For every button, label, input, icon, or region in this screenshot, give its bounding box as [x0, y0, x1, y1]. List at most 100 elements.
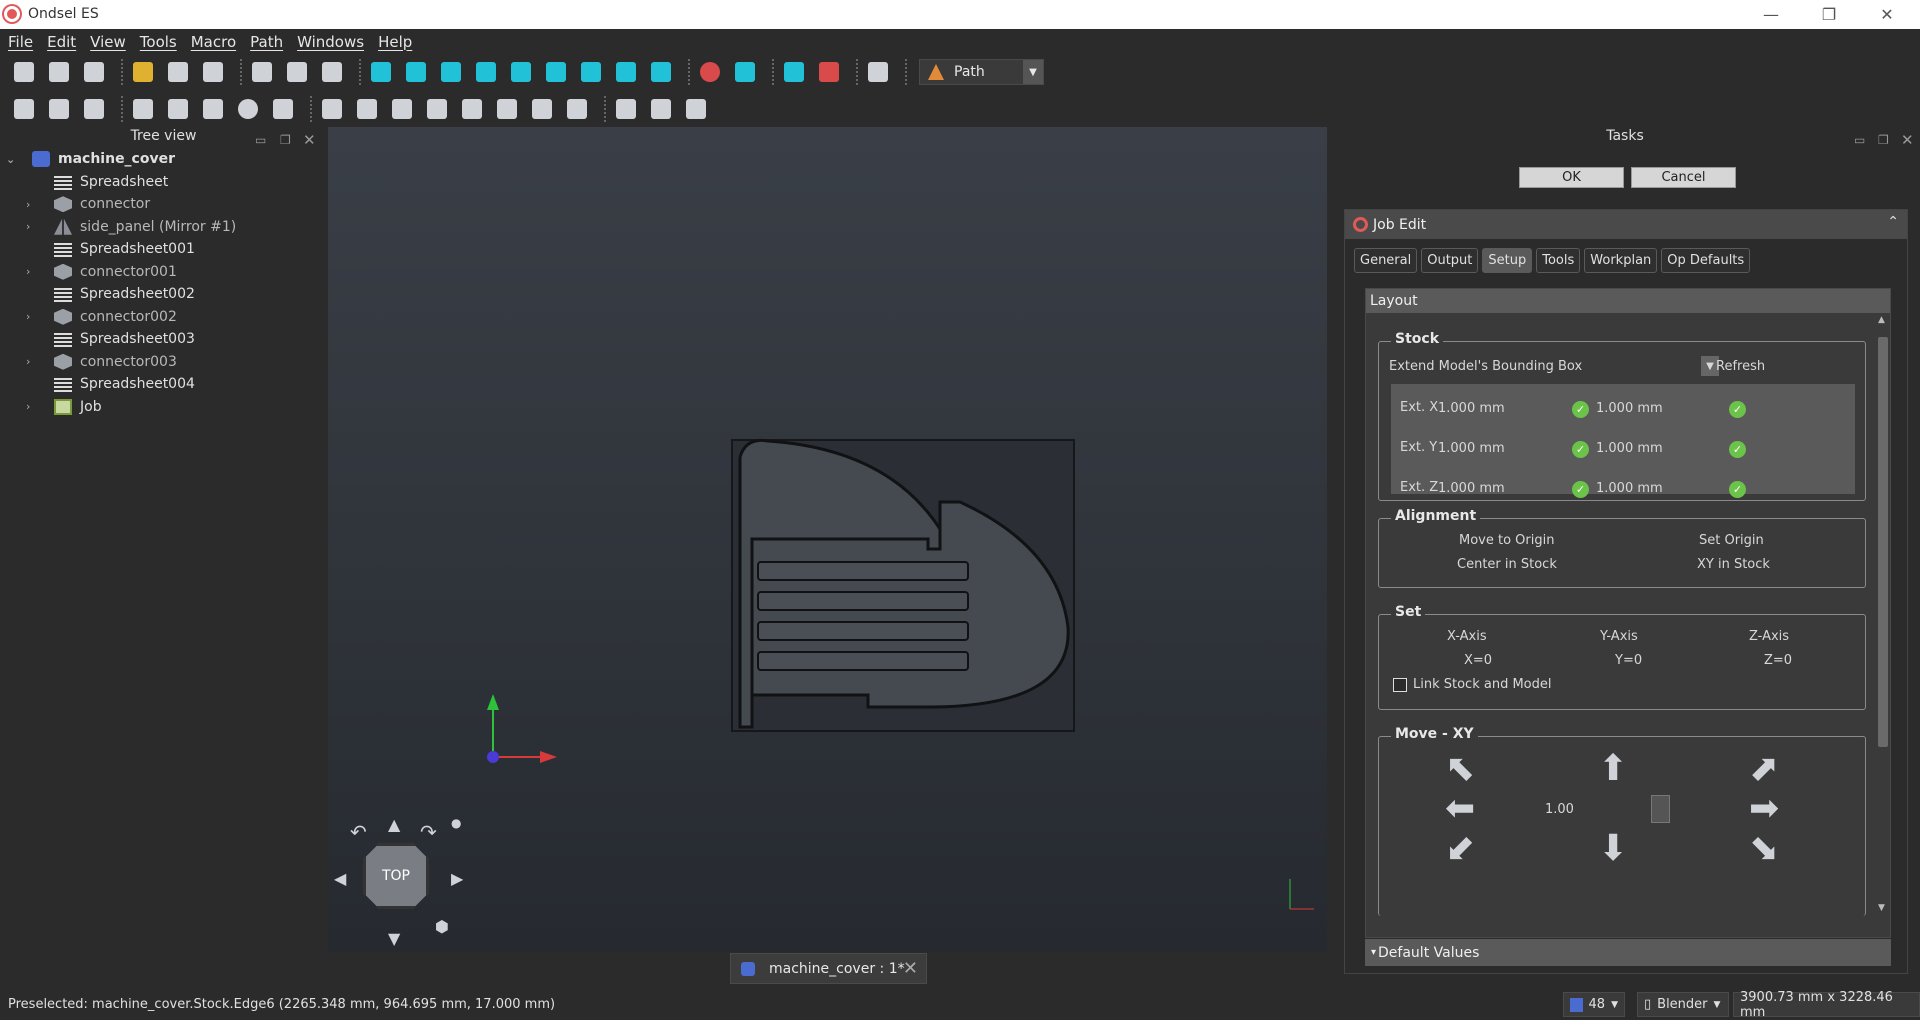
- ok-button[interactable]: OK: [1519, 167, 1624, 188]
- set-origin-button[interactable]: Set Origin: [1699, 533, 1764, 548]
- post-process-icon[interactable]: [45, 96, 73, 122]
- arrow-down-left-icon[interactable]: ⬋: [1445, 831, 1475, 867]
- group-icon[interactable]: [283, 59, 311, 85]
- tab-tools[interactable]: Tools: [1536, 248, 1581, 273]
- arrow-up-right-icon[interactable]: ⬈: [1749, 751, 1779, 787]
- tab-op-defaults[interactable]: Op Defaults: [1661, 248, 1751, 273]
- deburr-icon[interactable]: [528, 96, 556, 122]
- link-icon[interactable]: [318, 59, 346, 85]
- rotate-down-icon[interactable]: ▼: [388, 929, 400, 948]
- z-axis-button[interactable]: Z-Axis: [1749, 629, 1789, 644]
- arrow-up-icon[interactable]: ⬆: [1598, 751, 1628, 787]
- y0-button[interactable]: Y=0: [1615, 653, 1642, 668]
- menu-edit[interactable]: Edit: [47, 33, 76, 51]
- menu-path[interactable]: Path: [250, 33, 283, 51]
- simulator-icon[interactable]: [199, 96, 227, 122]
- sanity-check-icon[interactable]: [80, 96, 108, 122]
- move-to-origin-button[interactable]: Move to Origin: [1459, 533, 1554, 548]
- navigation-style-selector[interactable]: ▯ Blender ▼: [1637, 992, 1729, 1017]
- chevron-down-icon[interactable]: ▼: [1023, 60, 1043, 84]
- tool-bit-library-icon[interactable]: [164, 96, 192, 122]
- fit-all-icon[interactable]: [367, 59, 395, 85]
- ext-y-pos-input[interactable]: 1.000 mm: [1596, 441, 1663, 456]
- center-in-stock-button[interactable]: Center in Stock: [1457, 557, 1557, 572]
- roll-left-icon[interactable]: ↶: [350, 820, 367, 844]
- part-icon[interactable]: [248, 59, 276, 85]
- setup-scrollbar[interactable]: ▲ ▼: [1878, 315, 1888, 913]
- default-values-section[interactable]: ▾ Default Values: [1365, 939, 1891, 966]
- view-left-icon[interactable]: [647, 59, 675, 85]
- arrow-left-icon[interactable]: ⬅: [1445, 791, 1475, 827]
- tree-item[interactable]: › connector001: [0, 261, 327, 284]
- rotate-right-icon[interactable]: ▶: [451, 869, 463, 888]
- nav-menu-icon[interactable]: ●: [451, 816, 461, 830]
- 3d-pocket-icon[interactable]: [612, 96, 640, 122]
- fps-indicator[interactable]: 48 ▼: [1563, 992, 1625, 1017]
- link-stock-checkbox[interactable]: [1393, 678, 1407, 692]
- inspect-icon[interactable]: [269, 96, 297, 122]
- tree-item[interactable]: › connector002: [0, 306, 327, 329]
- arrow-down-right-icon[interactable]: ⬊: [1749, 831, 1779, 867]
- undo-icon[interactable]: [129, 59, 157, 85]
- close-icon[interactable]: ✕: [1858, 0, 1916, 29]
- engrave-icon[interactable]: [493, 96, 521, 122]
- expand-icon[interactable]: ›: [26, 355, 40, 368]
- ext-x-neg-input[interactable]: 1.000 mm: [1438, 401, 1505, 416]
- 3d-viewport[interactable]: [328, 127, 1327, 952]
- minimize-icon[interactable]: —: [1742, 0, 1800, 29]
- y-axis-button[interactable]: Y-Axis: [1600, 629, 1638, 644]
- tree-item[interactable]: › Job: [0, 396, 327, 419]
- expand-icon[interactable]: ›: [26, 265, 40, 278]
- tree-item[interactable]: Spreadsheet: [0, 171, 327, 194]
- tree-item[interactable]: › side_panel (Mirror #1): [0, 216, 327, 239]
- ext-y-neg-input[interactable]: 1.000 mm: [1438, 441, 1505, 456]
- float-icon[interactable]: ❐: [1878, 128, 1889, 152]
- move-step-input[interactable]: 1.00: [1545, 802, 1574, 817]
- refresh-icon[interactable]: [199, 59, 227, 85]
- menu-file[interactable]: File: [8, 33, 33, 51]
- view-top-icon[interactable]: [507, 59, 535, 85]
- tab-setup[interactable]: Setup: [1482, 248, 1533, 273]
- job-icon[interactable]: [10, 96, 38, 122]
- tool-controller-icon[interactable]: [129, 96, 157, 122]
- cancel-button[interactable]: Cancel: [1631, 167, 1736, 188]
- ext-z-pos-input[interactable]: 1.000 mm: [1596, 481, 1663, 496]
- menu-macro[interactable]: Macro: [191, 33, 236, 51]
- arrow-down-icon[interactable]: ⬇: [1598, 831, 1628, 867]
- view-isometric-icon[interactable]: [437, 59, 465, 85]
- ext-z-neg-input[interactable]: 1.000 mm: [1438, 481, 1505, 496]
- face-icon[interactable]: [423, 96, 451, 122]
- roll-right-icon[interactable]: ↷: [420, 820, 437, 844]
- scroll-up-icon[interactable]: ▲: [1878, 315, 1885, 325]
- tree-item[interactable]: Spreadsheet003: [0, 328, 327, 351]
- nav-cube[interactable]: TOP: [363, 843, 429, 909]
- collapse-icon[interactable]: ⌃: [1887, 214, 1899, 230]
- layout-section-header[interactable]: Layout: [1366, 289, 1890, 313]
- x0-button[interactable]: X=0: [1464, 653, 1492, 668]
- job-edit-header[interactable]: Job Edit ⌃: [1345, 210, 1907, 239]
- restore-icon[interactable]: ❐: [1800, 0, 1858, 29]
- dimension-indicator[interactable]: 3900.73 mm x 3228.46 mm: [1733, 990, 1920, 1020]
- no-entry-icon[interactable]: [696, 59, 724, 85]
- expand-icon[interactable]: ›: [26, 220, 40, 233]
- expand-icon[interactable]: ›: [26, 198, 40, 211]
- tab-general[interactable]: General: [1354, 248, 1418, 273]
- collapse-icon[interactable]: ⌄: [6, 153, 20, 166]
- new-file-icon[interactable]: [10, 59, 38, 85]
- x-axis-button[interactable]: X-Axis: [1447, 629, 1487, 644]
- close-tab-icon[interactable]: ✕: [903, 958, 918, 979]
- scroll-down-icon[interactable]: ▼: [1878, 903, 1885, 913]
- menu-help[interactable]: Help: [378, 33, 412, 51]
- tree-item[interactable]: › connector: [0, 193, 327, 216]
- ext-x-pos-input[interactable]: 1.000 mm: [1596, 401, 1663, 416]
- stock-mode-select[interactable]: Extend Model's Bounding Box: [1389, 359, 1582, 374]
- z0-button[interactable]: Z=0: [1764, 653, 1792, 668]
- scroll-thumb[interactable]: [1878, 337, 1888, 747]
- menu-view[interactable]: View: [90, 33, 126, 51]
- tree-item[interactable]: Spreadsheet001: [0, 238, 327, 261]
- view-menu-cube-icon[interactable]: ⬢: [435, 917, 449, 936]
- tab-output[interactable]: Output: [1421, 248, 1479, 273]
- pocket-shape-icon[interactable]: [353, 96, 381, 122]
- expand-icon[interactable]: ›: [26, 400, 40, 413]
- open-file-icon[interactable]: [45, 59, 73, 85]
